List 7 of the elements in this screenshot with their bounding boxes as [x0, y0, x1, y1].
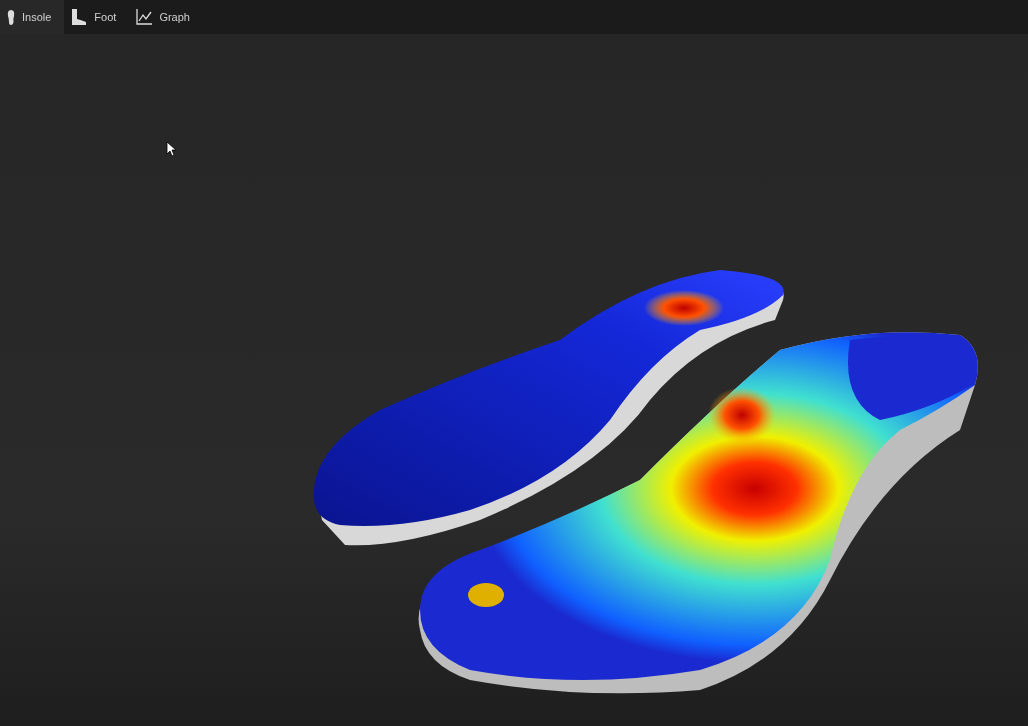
- tab[interactable]: Graph: [129, 0, 203, 34]
- tab[interactable]: Insole: [0, 0, 65, 34]
- tab[interactable]: Foot: [64, 0, 130, 34]
- cursor-icon: [166, 141, 176, 157]
- foot-icon: [71, 9, 88, 25]
- insole-icon: [7, 9, 15, 25]
- graph-icon: [136, 9, 153, 25]
